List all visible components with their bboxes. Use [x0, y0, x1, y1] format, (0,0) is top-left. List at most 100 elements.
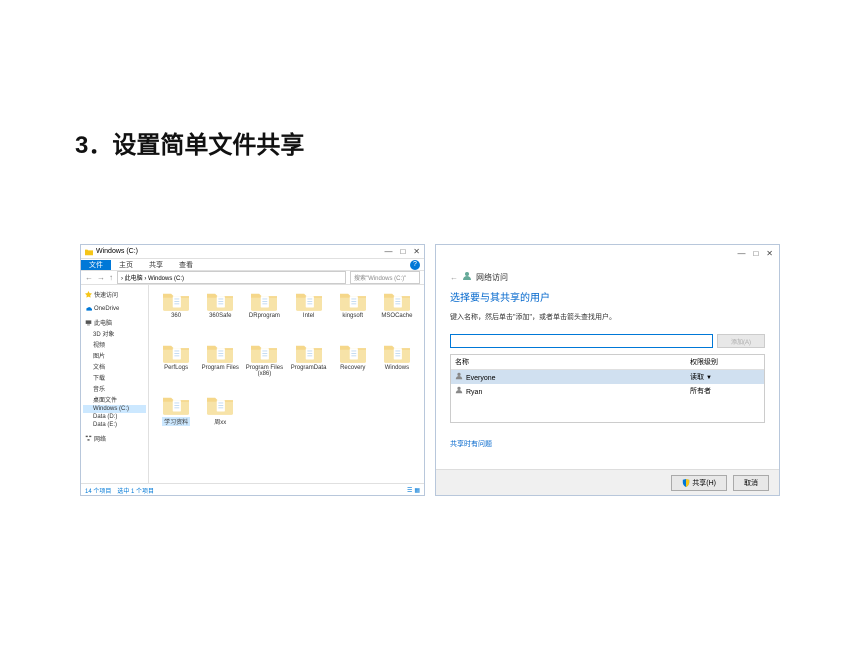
folder-icon	[296, 291, 322, 311]
folder-item[interactable]: MSOCache	[376, 291, 418, 337]
sidebar-datae[interactable]: Data (E:)	[83, 421, 146, 429]
sidebar-3dobjects[interactable]: 3D 对象	[83, 328, 146, 339]
folder-item[interactable]: Recovery	[332, 343, 374, 389]
folder-label: Recovery	[340, 365, 365, 371]
column-name[interactable]: 名称	[455, 357, 690, 367]
sidebar-network[interactable]: 网络	[83, 433, 146, 444]
folder-item[interactable]: ProgramData	[288, 343, 330, 389]
trouble-link[interactable]: 共享时有问题	[450, 439, 765, 449]
sidebar-music[interactable]: 音乐	[83, 383, 146, 394]
close-button[interactable]: ✕	[413, 247, 420, 256]
permissions-table: 名称 权限级别 Everyone读取▼Ryan所有者	[450, 354, 765, 423]
minimize-button[interactable]: —	[737, 249, 745, 258]
folder-icon	[85, 248, 93, 256]
breadcrumb[interactable]: › 此电脑 › Windows (C:)	[117, 271, 346, 284]
share-button[interactable]: 共享(H)	[671, 475, 727, 491]
sidebar-desktop[interactable]: 桌面文件	[83, 394, 146, 405]
maximize-button[interactable]: □	[400, 247, 405, 256]
sidebar-quickaccess[interactable]: 快速访问	[83, 289, 146, 300]
help-icon[interactable]: ?	[410, 260, 420, 270]
folder-item[interactable]: Program Files (x86)	[243, 343, 285, 389]
back-button[interactable]: ←	[85, 273, 93, 282]
dialog-footer: 共享(H) 取消	[436, 469, 779, 495]
folder-item[interactable]: Intel	[288, 291, 330, 337]
folder-item[interactable]: Program Files	[199, 343, 241, 389]
folder-item[interactable]: 360	[155, 291, 197, 337]
share-dialog: — □ ✕ ← 网络访问 选择要与其共享的用户 键入名称，然后单击"添加"，或者…	[435, 244, 780, 496]
up-button[interactable]: ↑	[109, 273, 113, 282]
folder-label: Program Files	[202, 365, 239, 371]
folder-icon	[340, 291, 366, 311]
sidebar-thispc[interactable]: 此电脑	[83, 317, 146, 328]
folder-label: ProgramData	[291, 365, 327, 371]
folder-icon	[384, 291, 410, 311]
sidebar-pictures[interactable]: 图片	[83, 350, 146, 361]
column-permission[interactable]: 权限级别	[690, 357, 760, 367]
view-details-icon[interactable]: ☰	[407, 487, 412, 494]
tab-view[interactable]: 查看	[171, 260, 201, 270]
user-icon	[455, 372, 463, 380]
forward-button[interactable]: →	[97, 273, 105, 282]
sidebar-windowsc[interactable]: Windows (C:)	[83, 405, 146, 413]
minimize-button[interactable]: —	[384, 247, 392, 256]
share-instruction: 键入名称，然后单击"添加"，或者单击箭头查找用户。	[450, 312, 765, 322]
sidebar: 快速访问 OneDrive 此电脑 3D 对象 视频 图片 文档 下载 音乐 桌…	[81, 285, 149, 483]
folder-icon	[163, 395, 189, 415]
folder-item[interactable]: 学习资料	[155, 395, 197, 441]
table-row[interactable]: Everyone读取▼	[451, 370, 764, 384]
slide-title: 3．设置简单文件共享	[75, 125, 304, 160]
folder-item[interactable]: 360Safe	[199, 291, 241, 337]
folder-label: 360Safe	[209, 313, 231, 319]
folder-item[interactable]: DRprogram	[243, 291, 285, 337]
folder-icon	[251, 343, 277, 363]
window-title: Windows (C:)	[96, 248, 138, 255]
table-row[interactable]: Ryan所有者	[451, 384, 764, 398]
tab-file[interactable]: 文件	[81, 260, 111, 270]
folder-icon	[207, 343, 233, 363]
user-icon	[455, 386, 463, 394]
statusbar: 14 个项目 选中 1 个项目 ☰ ▦	[81, 483, 424, 497]
folder-icon	[384, 343, 410, 363]
people-icon	[462, 271, 472, 283]
back-arrow-icon[interactable]: ←	[450, 273, 458, 282]
folder-label: MSOCache	[381, 313, 412, 319]
sidebar-videos[interactable]: 视频	[83, 339, 146, 350]
share-titlebar: — □ ✕	[436, 245, 779, 261]
folder-icon	[163, 343, 189, 363]
view-icons-icon[interactable]: ▦	[414, 487, 420, 494]
folder-label: Windows	[385, 365, 409, 371]
sidebar-documents[interactable]: 文档	[83, 361, 146, 372]
titlebar: Windows (C:) — □ ✕	[81, 245, 424, 259]
user-name-input[interactable]	[450, 334, 713, 348]
sidebar-downloads[interactable]: 下载	[83, 372, 146, 383]
folder-grid: 360 360Safe DRprogram Intel kingsoft MSOCache…	[149, 285, 424, 483]
close-button[interactable]: ✕	[766, 249, 773, 258]
add-button[interactable]: 添加(A)	[717, 334, 765, 348]
folder-label: kingsoft	[342, 313, 363, 319]
cancel-button[interactable]: 取消	[733, 475, 769, 491]
folder-label: 学习资料	[162, 417, 190, 426]
folder-item[interactable]: Windows	[376, 343, 418, 389]
folder-icon	[207, 395, 233, 415]
folder-icon	[207, 291, 233, 311]
folder-icon	[340, 343, 366, 363]
folder-label: DRprogram	[249, 313, 280, 319]
search-input[interactable]: 搜索"Windows (C:)"	[350, 271, 420, 284]
folder-item[interactable]: kingsoft	[332, 291, 374, 337]
sidebar-datad[interactable]: Data (D:)	[83, 413, 146, 421]
folder-item[interactable]: 周xx	[199, 395, 241, 441]
folder-icon	[296, 343, 322, 363]
chevron-down-icon[interactable]: ▼	[706, 375, 712, 381]
folder-icon	[163, 291, 189, 311]
addressbar: ← → ↑ › 此电脑 › Windows (C:) 搜索"Windows (C…	[81, 271, 424, 285]
tab-home[interactable]: 主页	[111, 260, 141, 270]
tab-share[interactable]: 共享	[141, 260, 171, 270]
status-text: 14 个项目 选中 1 个项目	[85, 486, 154, 495]
folder-item[interactable]: PerfLogs	[155, 343, 197, 389]
share-header: 网络访问	[476, 272, 508, 283]
sidebar-onedrive[interactable]: OneDrive	[83, 304, 146, 313]
folder-label: Program Files (x86)	[243, 365, 285, 377]
ribbon: 文件 主页 共享 查看 ?	[81, 259, 424, 271]
maximize-button[interactable]: □	[753, 249, 758, 258]
folder-label: 周xx	[214, 417, 226, 426]
